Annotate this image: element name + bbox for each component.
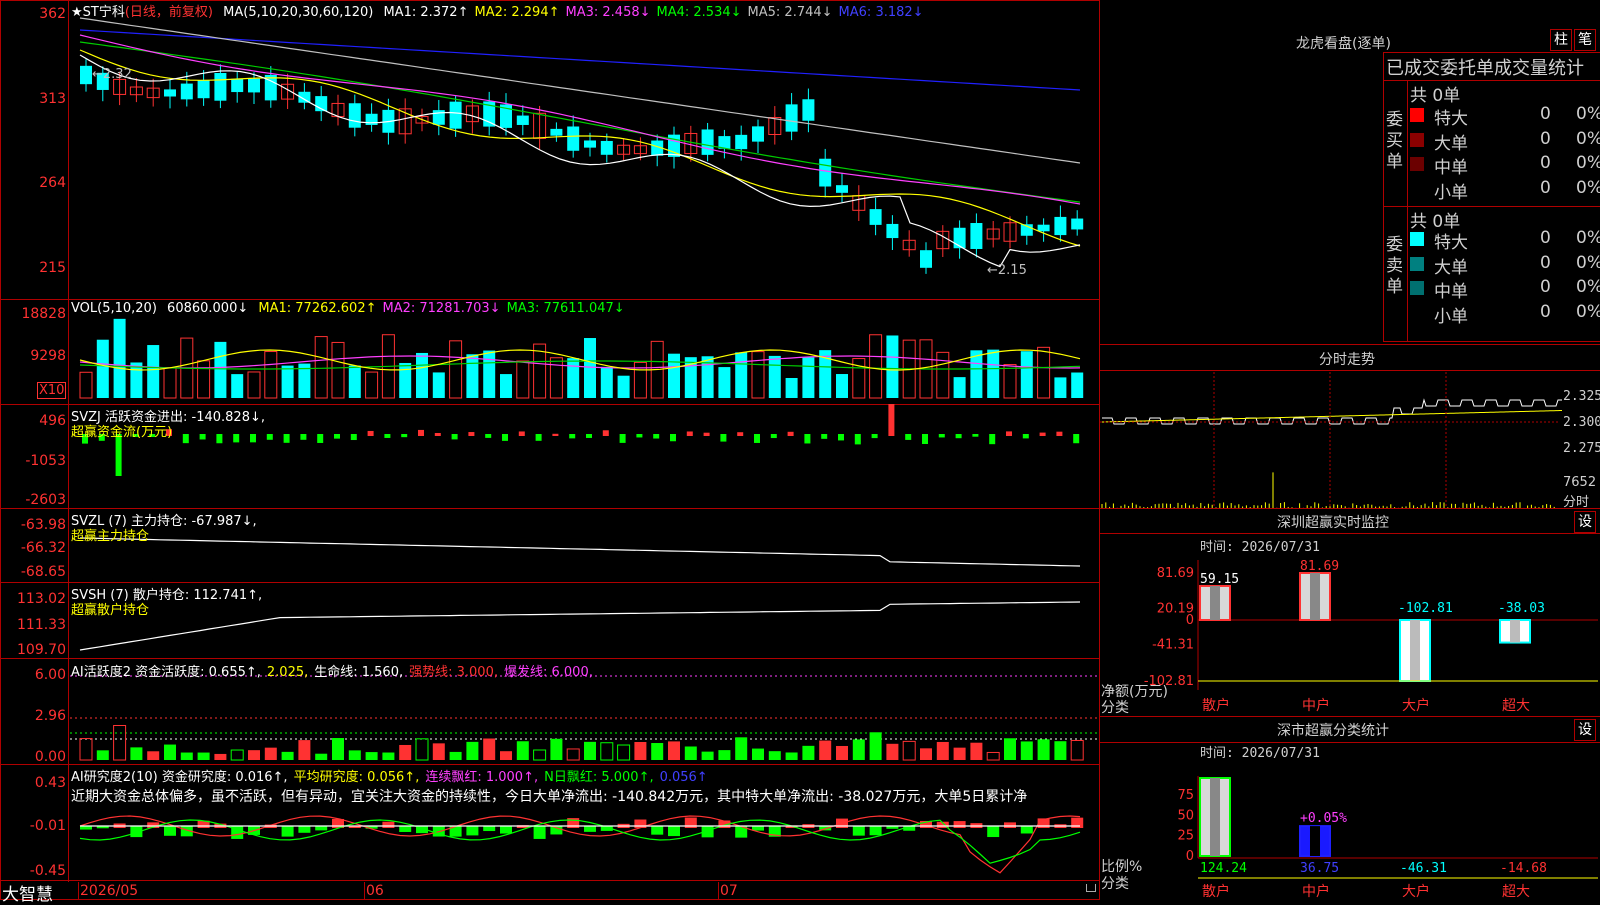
ss-cat-label: 大户 xyxy=(1402,883,1430,900)
right-charts: 81.6920.190-41.31-102.8159.1581.69-102.8… xyxy=(1100,372,1598,900)
sz-bar-shade xyxy=(1510,620,1520,643)
sz-bar-shade xyxy=(1210,585,1220,620)
ss-top-label: +0.05% xyxy=(1300,811,1347,826)
sz-cat-label: 超大 xyxy=(1502,698,1530,714)
ss-value-label: 36.75 xyxy=(1300,861,1339,876)
ss-value-label: -46.31 xyxy=(1400,861,1447,876)
sz-cat-label: 中户 xyxy=(1302,697,1330,714)
ss-value-label: 124.24 xyxy=(1200,861,1247,876)
sz-bar-shade xyxy=(1310,573,1320,620)
sz-cat-label: 散户 xyxy=(1202,697,1230,714)
sz-bar-label: 81.69 xyxy=(1300,559,1339,574)
ss-bar-shade xyxy=(1210,778,1220,856)
ss-cat-label: 超大 xyxy=(1502,884,1530,900)
ss-axis-label: 50 xyxy=(1177,808,1194,823)
ss-bar-shade xyxy=(1310,826,1320,856)
ss-cat-label: 散户 xyxy=(1202,883,1230,900)
sz-axis-label: -102.81 xyxy=(1144,674,1194,689)
sz-bar-label: -38.03 xyxy=(1498,601,1545,616)
intraday-avg-line xyxy=(1101,410,1563,423)
ss-axis-label: 0 xyxy=(1186,849,1194,864)
ss-value-label: -14.68 xyxy=(1500,861,1547,876)
sz-axis-label: 0 xyxy=(1186,613,1194,628)
sz-axis-label: 81.69 xyxy=(1157,566,1194,581)
sz-cat-label: 大户 xyxy=(1402,697,1430,714)
sz-bar-shade xyxy=(1410,620,1420,681)
sz-bar-label: 59.15 xyxy=(1200,572,1239,587)
ss-axis-label: 25 xyxy=(1177,829,1194,844)
sz-bar-label: -102.81 xyxy=(1398,601,1453,616)
ss-cat-label: 中户 xyxy=(1302,883,1330,900)
ss-axis-label: 75 xyxy=(1177,788,1194,803)
sz-axis-label: -41.31 xyxy=(1152,638,1194,653)
